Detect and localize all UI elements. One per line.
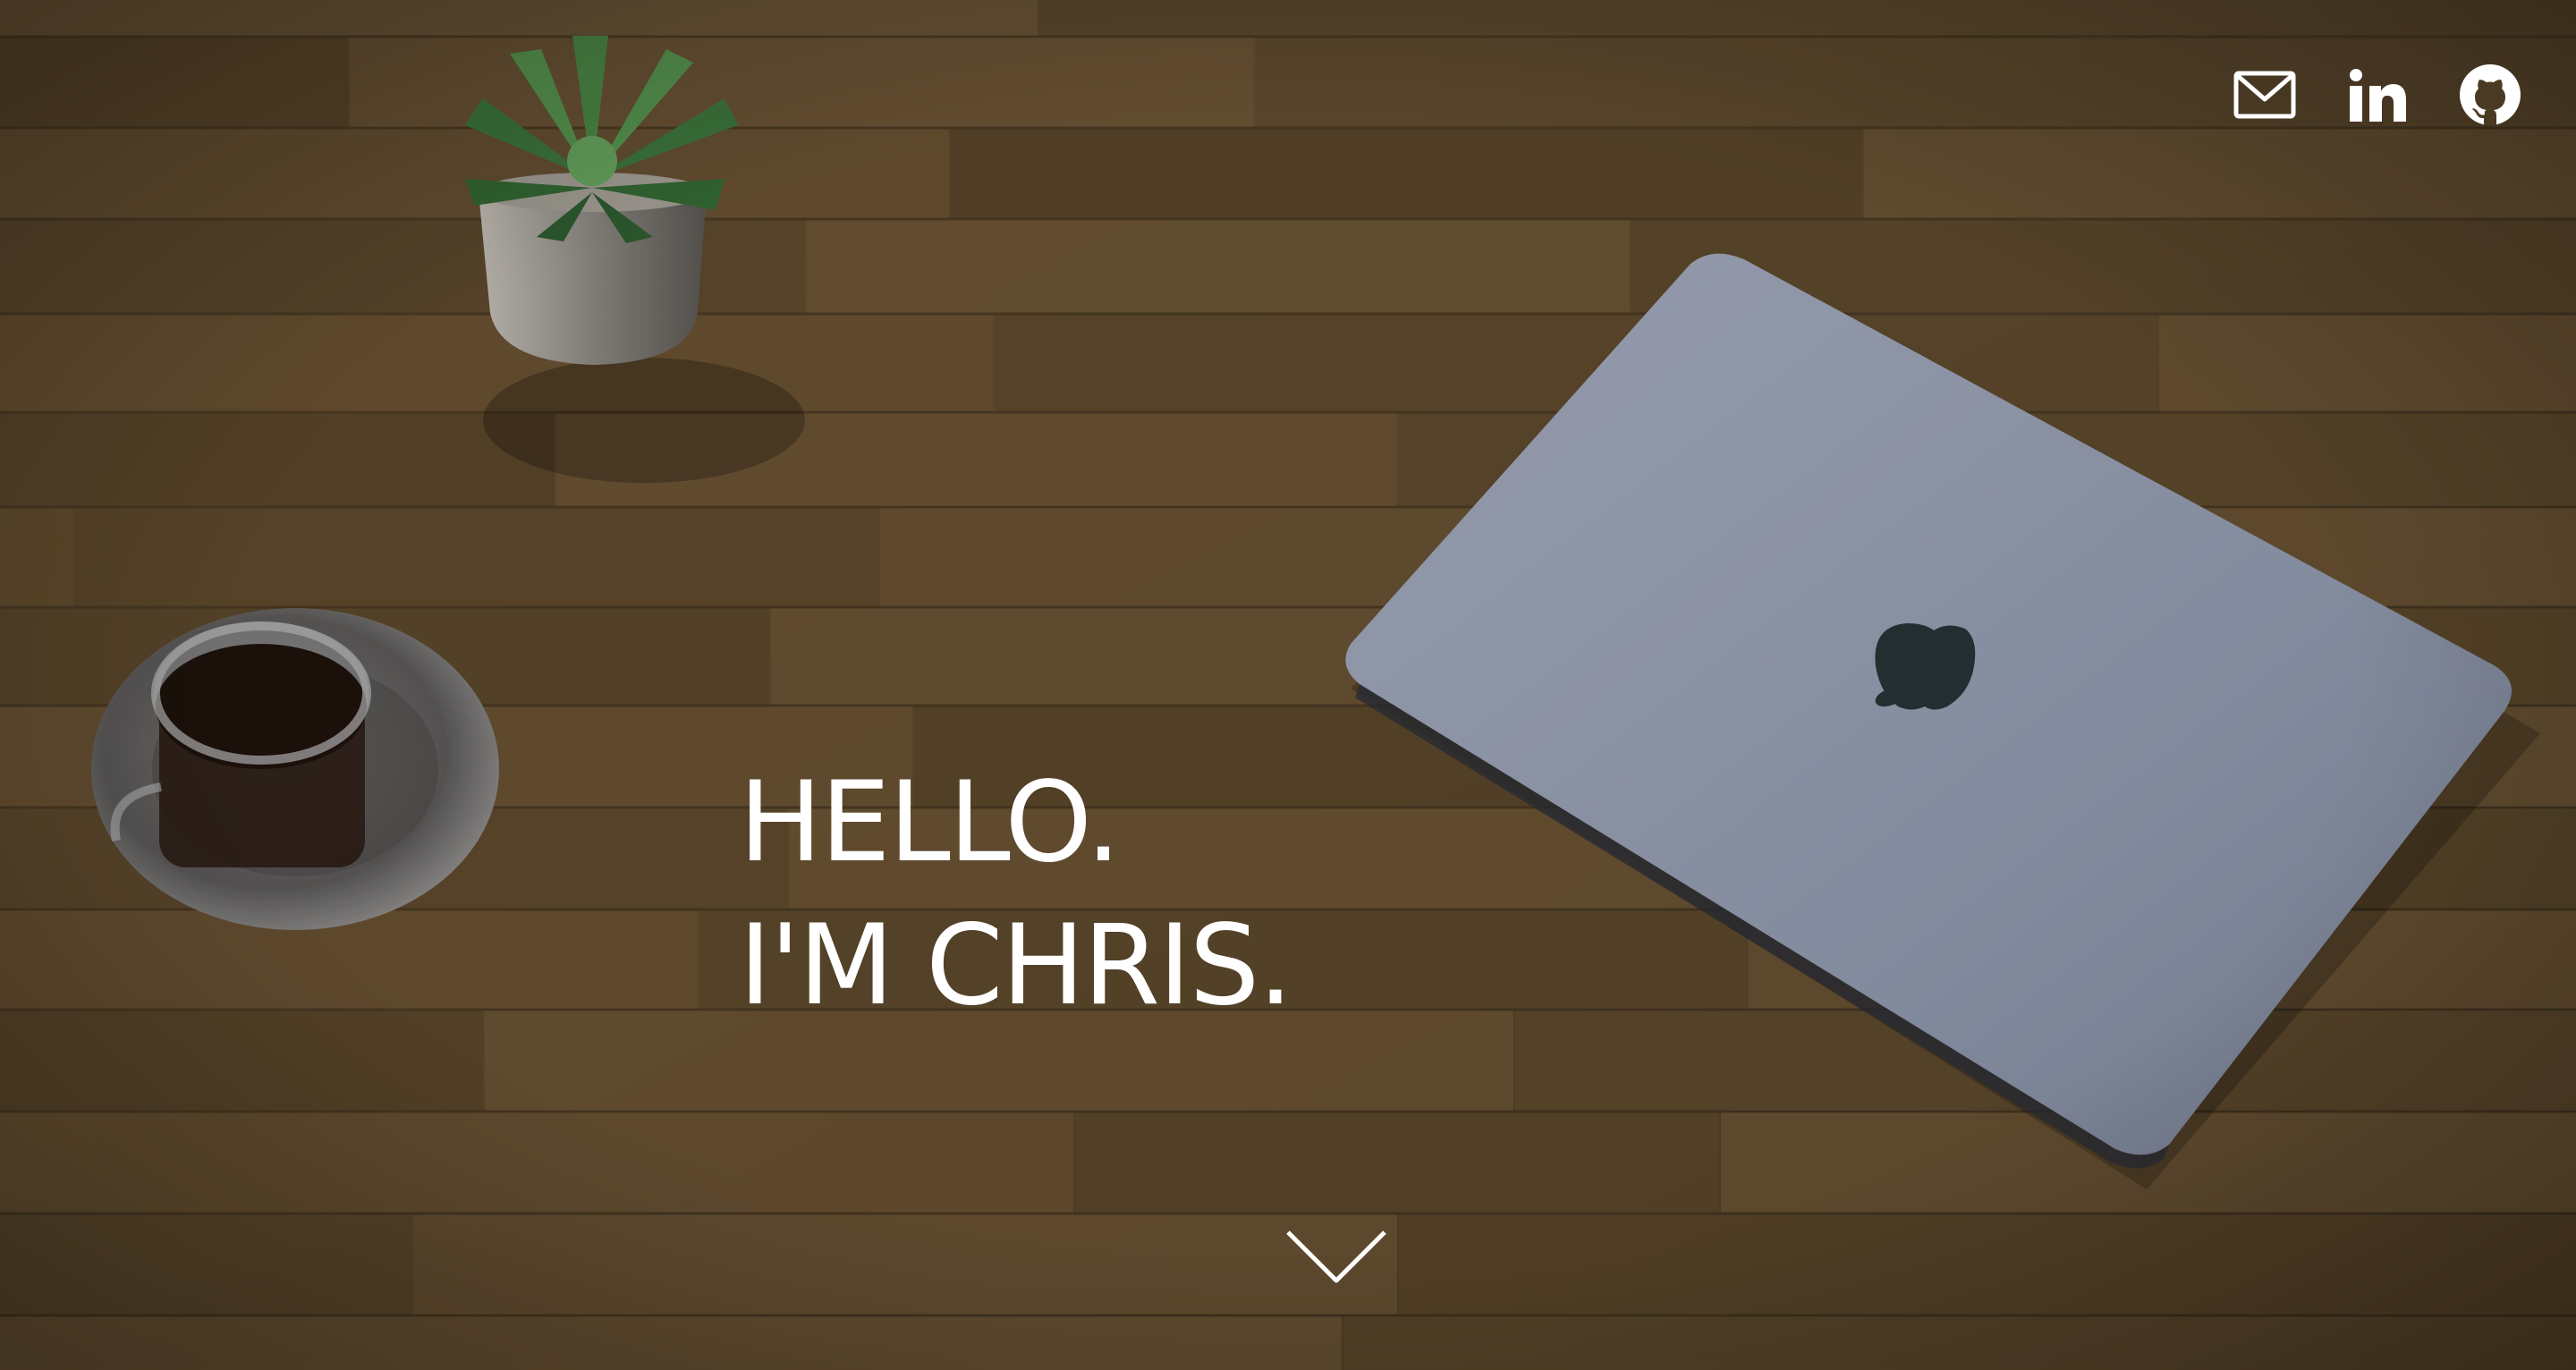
headline-line-2: I'M CHRIS. [739, 901, 1293, 1030]
chevron-down-icon [1286, 1230, 1386, 1283]
hero-headline: HELLO. I'M CHRIS. [739, 751, 1293, 1037]
linkedin-icon [2350, 69, 2406, 122]
linkedin-link[interactable] [2343, 61, 2411, 129]
email-link[interactable] [2231, 61, 2299, 129]
headline-line-1: HELLO. [739, 758, 1121, 887]
hero-background-image [0, 0, 2576, 1370]
scroll-down-button[interactable] [1284, 1227, 1388, 1288]
envelope-icon [2233, 71, 2296, 119]
github-link[interactable] [2456, 61, 2524, 129]
hero-section: HELLO. I'M CHRIS. [0, 0, 2576, 1370]
social-links [2231, 61, 2524, 129]
github-icon [2460, 64, 2521, 125]
